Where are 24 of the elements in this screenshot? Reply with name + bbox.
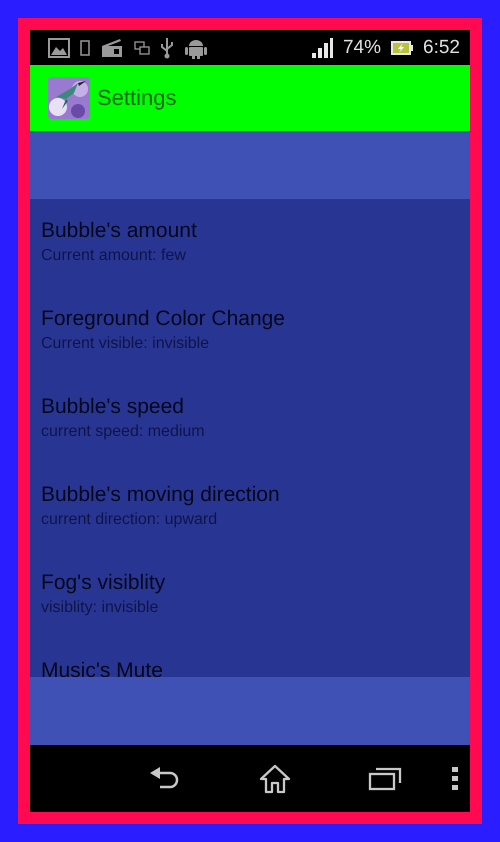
preference-title[interactable]: Foreground Color Change	[41, 305, 285, 333]
app-title: Settings	[97, 85, 176, 111]
preference-title[interactable]: Bubble's speed	[41, 393, 184, 421]
clock-time: 6:52	[423, 36, 460, 58]
overflow-menu-button[interactable]	[452, 766, 458, 790]
battery-percentage: 74%	[342, 36, 382, 58]
preference-summary: Current visible: invisible	[41, 334, 210, 354]
preference-summary: current speed: medium	[41, 422, 205, 442]
preference-summary: visiblity: invisible	[41, 598, 158, 618]
preference-title[interactable]: Fog's visiblity	[41, 569, 166, 597]
preference-title[interactable]: Bubble's moving direction	[41, 481, 280, 509]
preference-summary: current direction: upward	[41, 510, 218, 530]
home-button[interactable]	[259, 764, 291, 794]
preference-title[interactable]: Bubble's amount	[41, 217, 197, 245]
windows-icon	[134, 40, 150, 54]
image-icon	[48, 38, 70, 58]
usb-icon	[160, 36, 174, 58]
radio-icon	[100, 38, 124, 58]
battery-icon	[391, 40, 414, 56]
recent-apps-button[interactable]	[368, 766, 402, 790]
signal-icon	[310, 38, 333, 58]
phone-icon	[80, 40, 90, 56]
preference-summary: Current amount: few	[41, 246, 186, 266]
preference-title[interactable]: Music's Mute	[41, 657, 163, 677]
